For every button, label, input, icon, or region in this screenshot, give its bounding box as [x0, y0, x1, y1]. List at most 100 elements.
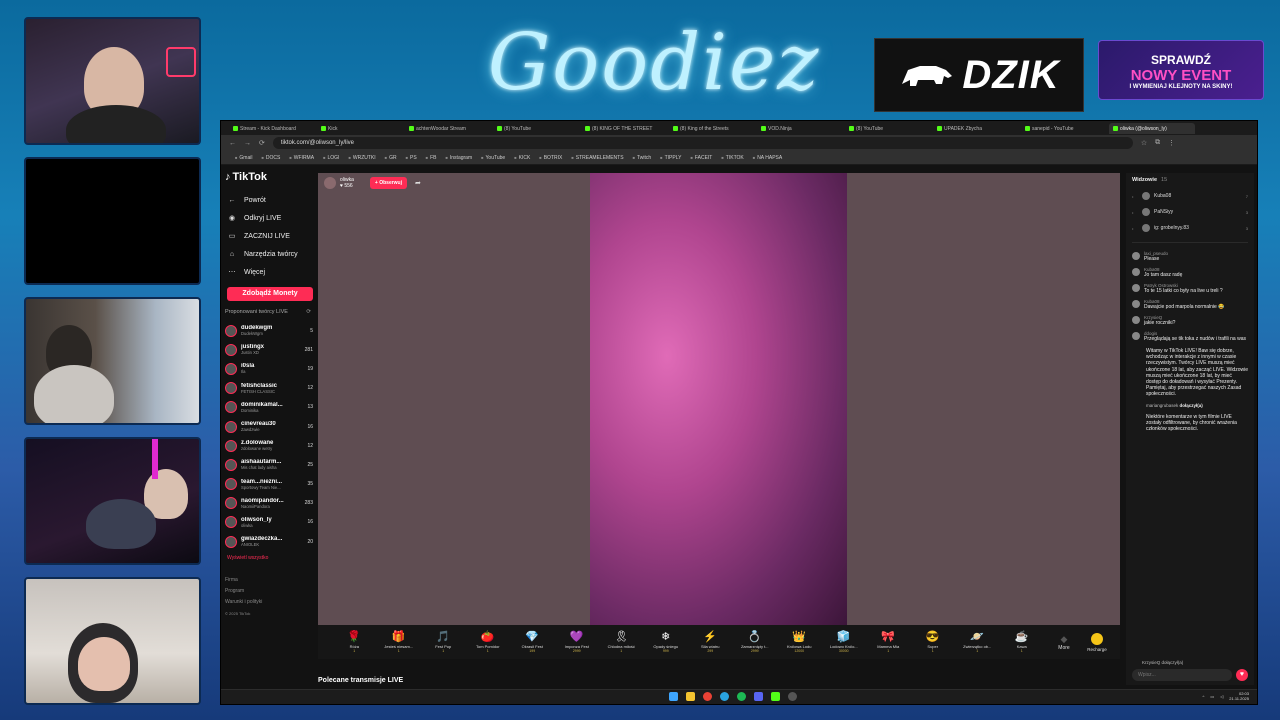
bookmark-item[interactable]: PS: [406, 155, 417, 161]
chat-message[interactable]: laxi_pseudo Please: [1132, 251, 1248, 262]
tiktok-logo[interactable]: ♪ TikTok: [225, 171, 317, 183]
windows-start-icon[interactable]: [669, 692, 678, 701]
suggested-creator[interactable]: oliwson_ly oliwka 16: [225, 513, 317, 532]
bookmark-item[interactable]: BOTRIX: [539, 155, 563, 161]
browser-tab[interactable]: (8) YouTube: [493, 123, 579, 134]
volume-icon[interactable]: ◁: [1220, 694, 1223, 699]
bookmark-item[interactable]: Gmail: [235, 155, 252, 161]
bookmark-item[interactable]: FB: [426, 155, 436, 161]
see-all-link[interactable]: Wyświetl wszystko: [227, 555, 317, 561]
bookmark-item[interactable]: WFIRMA: [289, 155, 314, 161]
refresh-icon[interactable]: ⟳: [306, 309, 311, 315]
bookmark-item[interactable]: NA HAPSA: [753, 155, 782, 161]
top-viewer[interactable]: • ig: grobelnyy.83 3: [1132, 220, 1248, 236]
kick-icon[interactable]: [771, 692, 780, 701]
browser-tab[interactable]: achtenWoodar Stream: [405, 123, 491, 134]
suggested-creator[interactable]: justingx Justin XD 281: [225, 340, 317, 359]
top-viewer[interactable]: • PaNSiyy 3: [1132, 204, 1248, 220]
footer-link[interactable]: Warunki i polityki: [225, 597, 317, 608]
suggested-creator[interactable]: aishaautarm... Mis chat lady aisha 25: [225, 455, 317, 474]
url-field[interactable]: tiktok.com/@oliwson_ly/live: [272, 137, 1133, 149]
gift-item[interactable]: 🪐 Zwierzątko ob... 1: [955, 631, 1000, 653]
chat-message[interactable]: KrzysieQ jakie roczniki?: [1132, 315, 1248, 326]
gift-item[interactable]: 🎗 Chlodna miłość 1: [599, 631, 644, 653]
gift-item[interactable]: 👑 Królowa Lodu 12000: [777, 631, 822, 653]
bookmark-item[interactable]: TIKTOK: [721, 155, 744, 161]
browser-tab[interactable]: Kick: [317, 123, 403, 134]
discord-icon[interactable]: [754, 692, 763, 701]
obs-icon[interactable]: [788, 692, 797, 701]
telegram-icon[interactable]: [720, 692, 729, 701]
suggested-creator[interactable]: cinevreau30 Zawdzwie 16: [225, 417, 317, 436]
share-icon[interactable]: ➦: [415, 179, 421, 187]
bookmark-star-icon[interactable]: ☆: [1141, 139, 1147, 147]
network-icon[interactable]: ▭: [1210, 694, 1214, 699]
suggested-creator[interactable]: fetishclassic FETISH CLASSIC 12: [225, 379, 317, 398]
spotify-icon[interactable]: [737, 692, 746, 701]
live-video[interactable]: [590, 173, 847, 631]
heart-icon[interactable]: ♥: [1236, 669, 1248, 681]
bookmark-item[interactable]: TIPPLY: [660, 155, 682, 161]
chat-message[interactable]: ddogis Przeglądają se tik toka z nudów i …: [1132, 331, 1248, 342]
follow-button[interactable]: + Obserwuj: [369, 177, 407, 189]
chat-message[interactable]: Kuba08 Jo tam dasz radę: [1132, 267, 1248, 278]
forward-icon[interactable]: →: [244, 140, 251, 147]
viewers-header[interactable]: Widzowie 15: [1132, 177, 1248, 183]
bookmark-item[interactable]: DOCS: [261, 155, 280, 161]
bookmark-item[interactable]: STREAMELEMENTS: [571, 155, 624, 161]
bookmark-item[interactable]: LOGI: [323, 155, 339, 161]
footer-link[interactable]: Firma: [225, 575, 317, 586]
top-viewer[interactable]: • Kuba08 7: [1132, 188, 1248, 204]
gift-item[interactable]: 🎁 Jesteś niesam... 1: [377, 631, 422, 653]
bookmark-item[interactable]: GR: [385, 155, 397, 161]
chat-input[interactable]: Wpisz...: [1132, 669, 1232, 681]
suggested-creator[interactable]: gwiazdeczka... ANIOLEK 20: [225, 532, 317, 551]
get-coins-button[interactable]: Zdobądź Monety: [227, 287, 313, 301]
gift-item[interactable]: ⚡ Siła wiatru 299: [688, 631, 733, 653]
gift-item[interactable]: 💜 Imponza Fest 2999: [555, 631, 600, 653]
reload-icon[interactable]: ⟳: [259, 139, 265, 147]
bookmark-item[interactable]: Twitch: [633, 155, 651, 161]
gift-item[interactable]: ❄ Opady śniegu 999: [644, 631, 689, 653]
more-gifts-button[interactable]: ◆ More: [1048, 634, 1080, 651]
extensions-icon[interactable]: ⧉: [1155, 139, 1160, 147]
gift-item[interactable]: 😎 Super 1: [911, 631, 956, 653]
gift-item[interactable]: 🌹 Róża 1: [332, 631, 377, 653]
suggested-creator[interactable]: team...niezni... Sportowy Team Nie... 35: [225, 475, 317, 494]
gift-item[interactable]: 🧊 Lodowo Królo... 30000: [822, 631, 867, 653]
host-avatar[interactable]: [324, 177, 336, 189]
suggested-creator[interactable]: z.dolowane zdolowane wetry 12: [225, 436, 317, 455]
gift-item[interactable]: 💍 Zamarznięty t... 2999: [733, 631, 778, 653]
live-video-stage[interactable]: oliwka ♥ 556 + Obserwuj ➦: [318, 173, 1120, 631]
browser-tab[interactable]: VOD.Ninja: [757, 123, 843, 134]
system-clock[interactable]: 02:03 21.11.2025: [1229, 691, 1249, 701]
tray-chevron-icon[interactable]: ^: [1203, 694, 1205, 699]
back-icon[interactable]: ←: [229, 140, 236, 147]
sidebar-nav-item[interactable]: ⋯ Więcej: [225, 263, 317, 281]
gift-item[interactable]: 🍅 Tom Pomidor 1: [466, 631, 511, 653]
browser-tab[interactable]: UPADEK Zbycha: [933, 123, 1019, 134]
sidebar-nav-item[interactable]: ◉ Odkryj LIVE: [225, 209, 317, 227]
menu-icon[interactable]: ⋮: [1168, 139, 1175, 147]
chrome-icon[interactable]: [703, 692, 712, 701]
suggested-creator[interactable]: i0sla Ila 19: [225, 359, 317, 378]
suggested-creator[interactable]: dudekwgm DudekWgm 5: [225, 321, 317, 340]
footer-link[interactable]: Program: [225, 586, 317, 597]
gift-item[interactable]: 🎵 Fest Pop 1: [421, 631, 466, 653]
chat-message[interactable]: Patryk Ostrowski To te 15 latki co były n…: [1132, 283, 1248, 294]
bookmark-item[interactable]: KICK: [514, 155, 531, 161]
bookmark-item[interactable]: FACEIT: [690, 155, 713, 161]
sidebar-nav-item[interactable]: ← Powrót: [225, 191, 317, 209]
recharge-button[interactable]: Recharge: [1080, 632, 1114, 652]
gift-item[interactable]: ☕ Kawa 1: [1000, 631, 1045, 653]
bookmark-item[interactable]: WRZUTKI: [348, 155, 376, 161]
suggested-creator[interactable]: naomipandor... NaomiiPandora 283: [225, 494, 317, 513]
bookmark-item[interactable]: YouTube: [481, 155, 506, 161]
gift-item[interactable]: 🎀 Mamma Mia 1: [866, 631, 911, 653]
browser-tab[interactable]: (8) YouTube: [845, 123, 931, 134]
suggested-creator[interactable]: dominikamal... Dominika 13: [225, 398, 317, 417]
chat-message[interactable]: Kuba08 Dawajcie pod marpola normalnie 😂: [1132, 299, 1248, 310]
bookmark-item[interactable]: Instagram: [445, 155, 472, 161]
file-explorer-icon[interactable]: [686, 692, 695, 701]
sidebar-nav-item[interactable]: ▭ ZACZNIJ LIVE: [225, 227, 317, 245]
